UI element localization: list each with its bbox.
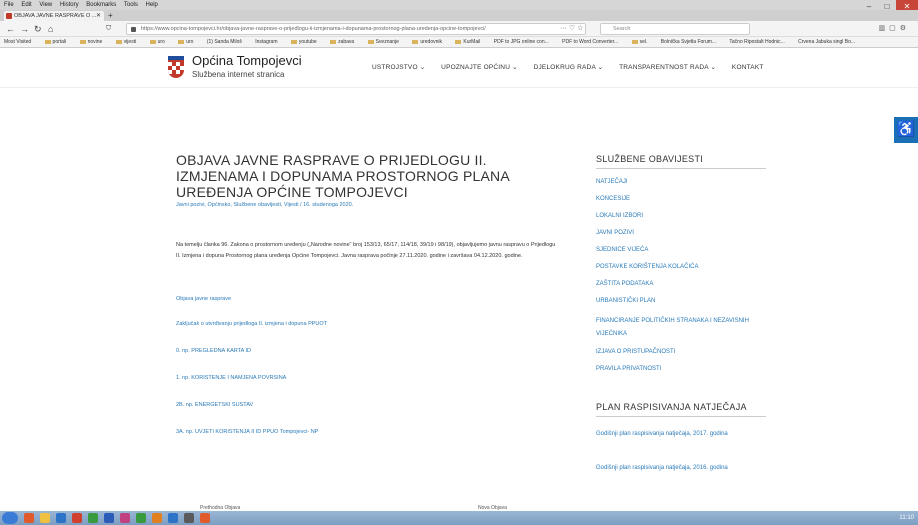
menu-bar: File Edit View History Bookmarks Tools H…: [0, 0, 918, 10]
start-button-icon[interactable]: [2, 512, 18, 524]
shield-icon[interactable]: ⛉: [106, 23, 111, 35]
bookmark-item[interactable]: uro: [149, 39, 171, 45]
sidebar-plan-link[interactable]: Godišnji plan raspisivanja natječaja, 20…: [596, 461, 756, 476]
sidebar-link[interactable]: PRAVILA PRIVATNOSTI: [596, 366, 661, 372]
menu-view[interactable]: View: [39, 2, 52, 8]
taskbar-app-icon[interactable]: [24, 513, 34, 523]
menu-edit[interactable]: Edit: [21, 2, 31, 8]
taskbar-clock[interactable]: 11:10: [899, 513, 914, 523]
taskbar-app-icon[interactable]: [56, 513, 66, 523]
taskbar-app-icon[interactable]: [136, 513, 146, 523]
nav-transparentnost-rada[interactable]: TRANSPARENTNOST RADA ⌄: [619, 64, 716, 71]
navigation-toolbar: ← → ↻ ⌂ ⛉ https://www.opcina-tompojevci.…: [0, 21, 918, 37]
sidebar-link[interactable]: POSTAVKE KORIŠTENJA KOLAČIĆA: [596, 264, 698, 270]
bookmark-item[interactable]: Sveznanje: [367, 39, 405, 45]
toolbar-extension-icons[interactable]: ▥▢⚙: [878, 23, 910, 35]
doc-link-uvjeti[interactable]: 3A. np. UVJETI KORISTENJA II ID PPUO Tom…: [176, 429, 318, 435]
article-meta[interactable]: Javni pozivi, Općinsko, Službene obavije…: [176, 202, 353, 208]
forward-icon[interactable]: →: [20, 23, 29, 35]
back-icon[interactable]: ←: [6, 23, 15, 35]
bookmark-item[interactable]: PDF to JPG online con...: [494, 39, 555, 45]
nav-kontakt[interactable]: KONTAKT: [732, 64, 764, 71]
lock-icon: [131, 27, 136, 32]
bookmarks-bar: Most Visited portali novine vijesti uro …: [0, 37, 918, 48]
reload-icon[interactable]: ↻: [34, 23, 42, 35]
accessibility-icon[interactable]: ♿: [894, 117, 918, 143]
sidebar-heading-obavijesti: SLUŽBENE OBAVIJESTI: [596, 154, 704, 164]
tab-title: OBJAVA JAVNE RASPRAVE O ...: [14, 13, 97, 19]
browser-tab[interactable]: OBJAVA JAVNE RASPRAVE O ... ✕: [4, 11, 104, 21]
page-actions-icon[interactable]: ··· ♡ ☆: [560, 23, 583, 35]
home-icon[interactable]: ⌂: [48, 23, 53, 35]
bookmark-item[interactable]: PDF to Word Converter...: [562, 39, 624, 45]
sidebar-link[interactable]: FINANCIRANJE POLITIČKIH STRANAKA I NEZAV…: [596, 315, 766, 341]
search-placeholder: Search: [613, 26, 631, 32]
taskbar-app-icon[interactable]: [120, 513, 130, 523]
bookmark-item[interactable]: KurMail: [455, 39, 486, 45]
sidebar-plan-link[interactable]: Godišnji plan raspisivanja natječaja, 20…: [596, 427, 756, 442]
site-title[interactable]: Općina Tompojevci: [192, 53, 302, 68]
menu-history[interactable]: History: [60, 2, 79, 8]
sidebar-divider: [596, 168, 766, 169]
nav-ustrojstvo[interactable]: USTROJSTVO ⌄: [372, 64, 425, 71]
doc-link-koristenje[interactable]: 1. np. KORISTENJE I NAMJENA POVRSINA: [176, 375, 286, 381]
article-body: Na temelju članka 96. Zakona o prostorno…: [176, 242, 556, 259]
sidebar-link[interactable]: KONCESIJE: [596, 196, 630, 202]
bookmark-item[interactable]: Bolnička Svjetla Forum...: [661, 39, 722, 45]
coat-of-arms-icon[interactable]: [168, 56, 184, 78]
bookmark-item[interactable]: uro: [178, 39, 199, 45]
taskbar-app-icon[interactable]: [152, 513, 162, 523]
bookmark-item[interactable]: Crvena Jabuka singl Bo...: [798, 39, 861, 45]
bookmark-item[interactable]: zabava: [330, 39, 360, 45]
sidebar-heading-plan: PLAN RASPISIVANJA NATJEČAJA: [596, 402, 747, 412]
sidebar-link[interactable]: NATJEČAJI: [596, 179, 628, 185]
tab-bar: OBJAVA JAVNE RASPRAVE O ... ✕ +: [0, 10, 918, 21]
main-navigation: USTROJSTVO ⌄ UPOZNAJTE OPĆINU ⌄ DJELOKRU…: [372, 63, 778, 71]
sidebar-link[interactable]: ZAŠTITA PODATAKA: [596, 281, 653, 287]
doc-link-energetski[interactable]: 2B. np. ENERGETSKI SUSTAV: [176, 402, 253, 408]
bookmark-item[interactable]: vijesti: [115, 39, 143, 45]
bookmark-item[interactable]: (1) Sanda Miloš: [207, 39, 248, 45]
site-favicon-icon: [6, 13, 12, 19]
menu-file[interactable]: File: [4, 2, 14, 8]
bookmark-item[interactable]: Instagram: [255, 39, 283, 45]
site-header: Općina Tompojevci Službena internet stra…: [0, 48, 918, 88]
bookmark-item[interactable]: Tačno Ripostalt Hodnic...: [729, 39, 790, 45]
menu-help[interactable]: Help: [146, 2, 158, 8]
doc-link-pregledna-karta[interactable]: 0. np. PREGLEDNA KARTA ID: [176, 348, 251, 354]
bookmark-item[interactable]: Most Visited: [4, 39, 37, 45]
os-taskbar: 11:10: [0, 511, 918, 525]
bookmark-item[interactable]: portali: [44, 39, 73, 45]
bookmark-item[interactable]: youtube: [290, 39, 323, 45]
nav-upoznajte-opcinu[interactable]: UPOZNAJTE OPĆINU ⌄: [441, 64, 518, 71]
sidebar-link[interactable]: JAVNI POZIVI: [596, 230, 634, 236]
doc-link-objava[interactable]: Objava javne rasprave: [176, 296, 231, 302]
sidebar-link[interactable]: SJEDNICE VIJEĆA: [596, 247, 648, 253]
sidebar-link[interactable]: LOKALNI IZBORI: [596, 213, 643, 219]
bookmark-item[interactable]: uredovnik: [412, 39, 448, 45]
article-title: OBJAVA JAVNE RASPRAVE O PRIJEDLOGU II. I…: [176, 152, 510, 200]
sidebar-divider: [596, 416, 766, 417]
taskbar-app-icon[interactable]: [168, 513, 178, 523]
new-tab-icon[interactable]: +: [108, 11, 113, 21]
doc-link-zakljucak[interactable]: Zaključak o utvrđivanju prijedloga II. i…: [176, 321, 327, 327]
bookmark-item[interactable]: sel.: [631, 39, 654, 45]
sidebar-link[interactable]: URBANISTIČKI PLAN: [596, 298, 655, 304]
site-subtitle: Službena internet stranica: [192, 70, 285, 79]
bookmark-item[interactable]: novine: [79, 39, 109, 45]
menu-tools[interactable]: Tools: [124, 2, 138, 8]
taskbar-app-icon[interactable]: [40, 513, 50, 523]
search-input[interactable]: Search: [600, 23, 750, 35]
taskbar-app-icon[interactable]: [200, 513, 210, 523]
nav-djelokrug-rada[interactable]: DJELOKRUG RADA ⌄: [534, 64, 604, 71]
sidebar-link[interactable]: IZJAVA O PRISTUPAČNOSTI: [596, 349, 675, 355]
close-tab-icon[interactable]: ✕: [96, 11, 101, 21]
menu-bookmarks[interactable]: Bookmarks: [86, 2, 116, 8]
url-bar[interactable]: https://www.opcina-tompojevci.hr/objava-…: [126, 23, 586, 35]
taskbar-app-icon[interactable]: [184, 513, 194, 523]
taskbar-app-icon[interactable]: [88, 513, 98, 523]
taskbar-app-icon[interactable]: [72, 513, 82, 523]
url-text: https://www.opcina-tompojevci.hr/objava-…: [141, 26, 486, 32]
taskbar-app-icon[interactable]: [104, 513, 114, 523]
